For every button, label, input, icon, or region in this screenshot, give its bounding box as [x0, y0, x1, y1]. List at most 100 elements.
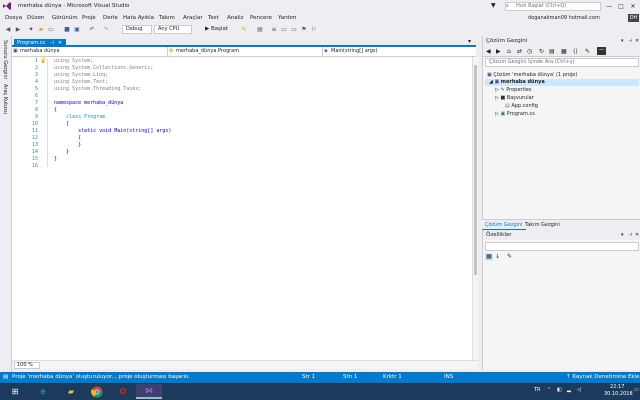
network-icon[interactable]: ▂	[567, 387, 571, 393]
forward-icon[interactable]: ▶	[14, 25, 22, 33]
uncomment-icon[interactable]: ▭	[290, 25, 298, 33]
collapse-all-icon[interactable]: ▤	[549, 48, 555, 55]
clock-date[interactable]: 30.10.2018	[604, 391, 633, 397]
chrome-icon[interactable]	[84, 384, 110, 399]
menu-analyze[interactable]: Analiz	[227, 15, 244, 21]
menu-file[interactable]: Dosya	[5, 15, 22, 21]
notifications-icon[interactable]: ▭	[634, 387, 639, 393]
attach-icon[interactable]: ✎	[240, 25, 248, 33]
internet-explorer-icon[interactable]: e	[30, 384, 56, 399]
code-line[interactable]: 15}	[12, 156, 472, 163]
menu-project[interactable]: Proje	[82, 15, 96, 21]
horizontal-scrollbar[interactable]: 100 %	[12, 360, 478, 369]
type-dropdown[interactable]: ⚙ merhaba_dünya.Program	[168, 47, 323, 56]
menu-tools[interactable]: Araçlar	[183, 15, 203, 21]
alphabetical-icon[interactable]: ↓	[495, 253, 500, 260]
object-select[interactable]	[485, 242, 639, 251]
new-project-icon[interactable]: ✦	[27, 25, 35, 33]
zoom-select[interactable]: 100 %	[14, 362, 40, 369]
properties-wrench-icon[interactable]: ✎	[585, 48, 590, 55]
windows-start-icon[interactable]: ⊞	[2, 384, 28, 399]
opera-icon[interactable]: O	[110, 384, 136, 399]
menu-help[interactable]: Yardım	[278, 15, 297, 21]
bookmark-next-icon[interactable]: ⚐	[310, 25, 318, 33]
tree-item-app-config[interactable]: ▤ App.config	[505, 103, 538, 110]
forward-icon[interactable]: ▶	[496, 48, 501, 55]
close-button[interactable]: ✕	[628, 1, 638, 11]
folder-open-icon[interactable]: ▭	[47, 25, 55, 33]
property-pages-icon[interactable]: ✎	[507, 253, 512, 260]
preview-icon[interactable]: —	[597, 47, 606, 55]
minimize-button[interactable]: —	[604, 1, 614, 11]
undo-icon[interactable]: ↶	[88, 25, 96, 33]
tree-item-properties[interactable]: ▷ ✎ Properties	[495, 87, 532, 94]
platform-select[interactable]: Any CPU	[154, 25, 192, 34]
pending-changes-icon[interactable]: ◷	[527, 48, 532, 55]
tab-close-icon[interactable]: ✕	[58, 39, 62, 47]
volume-icon[interactable]: ◁	[577, 387, 581, 393]
menu-edit[interactable]: Düzen	[27, 15, 44, 21]
show-all-files-icon[interactable]: ▦	[561, 48, 567, 55]
tab-team-explorer[interactable]: Takım Gezgini	[522, 221, 563, 229]
code-line[interactable]: 13 }	[12, 142, 472, 149]
code-line[interactable]: 2 using System.Collections.Generic;	[12, 65, 472, 72]
tree-item-project[interactable]: ◢ ▣ merhaba dünya	[485, 79, 639, 86]
tray-app-icon[interactable]: ◧	[557, 387, 562, 393]
code-line[interactable]: 10 {	[12, 121, 472, 128]
project-dropdown[interactable]: ▣ merhaba dünya	[12, 47, 168, 56]
bookmark-icon[interactable]: ⚑	[300, 25, 308, 33]
maximize-button[interactable]: □	[616, 1, 626, 11]
sync-icon[interactable]: ⇄	[517, 48, 522, 55]
member-dropdown[interactable]: ◈ Main(string[] args)	[323, 47, 476, 56]
align-icon[interactable]: ≡	[270, 25, 278, 33]
menu-view[interactable]: Görünüm	[52, 15, 78, 21]
solution-search-input[interactable]: Çözüm Gezgini İçinde Ara (Ctrl+ş)	[485, 58, 639, 67]
vertical-scrollbar[interactable]	[472, 57, 478, 360]
code-editor[interactable]: 1 💡 using System; 2 using System.Collection…	[12, 57, 472, 360]
menu-debug[interactable]: Hata Ayıkla	[123, 15, 154, 21]
code-line[interactable]: 16	[12, 163, 472, 170]
menu-test[interactable]: Test	[208, 15, 219, 21]
clock-time[interactable]: 22:17	[610, 384, 624, 390]
pane-menu-icon[interactable]: ▾	[621, 38, 624, 44]
step-icon[interactable]: ▤	[256, 25, 264, 33]
redo-icon[interactable]: ↷	[102, 25, 110, 33]
pin-icon[interactable]: ⊣	[50, 39, 54, 47]
code-line[interactable]: 9 class Program	[12, 114, 472, 121]
code-line[interactable]: 11 static void Main(string[] args)	[12, 128, 472, 135]
save-icon[interactable]: ■	[63, 25, 71, 33]
toolbox-tab[interactable]: Araç Kutusu	[2, 84, 8, 114]
lightbulb-icon[interactable]: 💡	[40, 58, 46, 65]
pane-close-icon[interactable]: ✕	[635, 38, 639, 44]
pane-pin-icon[interactable]: ⊣	[628, 38, 632, 44]
back-icon[interactable]: ◀	[486, 48, 491, 55]
code-line[interactable]: 6	[12, 93, 472, 100]
save-all-icon[interactable]: ▣	[73, 25, 81, 33]
comment-icon[interactable]: ▭	[280, 25, 288, 33]
code-line[interactable]: 1 💡 using System;	[12, 58, 472, 65]
code-view-icon[interactable]: ⟨⟩	[573, 48, 578, 55]
code-line[interactable]: 5 using System.Threading.Tasks;	[12, 86, 472, 93]
home-icon[interactable]: ⌂	[507, 48, 511, 55]
tree-item-program-cs[interactable]: ▷ ▣ Program.cs	[495, 111, 535, 118]
start-button[interactable]: ▶ Başlat	[205, 26, 228, 32]
code-line[interactable]: 14 }	[12, 149, 472, 156]
categorized-icon[interactable]: ▦	[485, 253, 493, 261]
visual-studio-taskbar-icon[interactable]: ⋈	[136, 384, 162, 399]
quick-launch-input[interactable]: Hızlı Başlat (Ctrl+Q)	[505, 2, 601, 11]
code-line[interactable]: 4 using System.Text;	[12, 79, 472, 86]
configuration-select[interactable]: Debug	[122, 25, 152, 34]
menu-team[interactable]: Takım	[159, 15, 175, 21]
code-line[interactable]: 3 using System.Linq;	[12, 72, 472, 79]
code-line[interactable]: 7 namespace merhaba_dünya	[12, 100, 472, 107]
server-explorer-tab[interactable]: Sunucu Gezgini	[2, 40, 8, 79]
tree-item-solution[interactable]: ▣ Çözüm 'merhaba dünya' (1 proje)	[487, 72, 577, 79]
input-language[interactable]: TR	[534, 387, 541, 393]
avatar[interactable]: DH	[628, 14, 639, 22]
open-folder-icon[interactable]: ▰	[37, 25, 45, 33]
file-explorer-icon[interactable]: ▰	[58, 384, 84, 399]
tab-overflow-icon[interactable]: ▾	[468, 38, 471, 45]
pane-close-icon[interactable]: ✕	[635, 232, 639, 238]
filter-icon[interactable]: ▼	[491, 2, 496, 9]
tab-program-cs[interactable]: Program.cs ⊣ ✕	[14, 39, 66, 47]
